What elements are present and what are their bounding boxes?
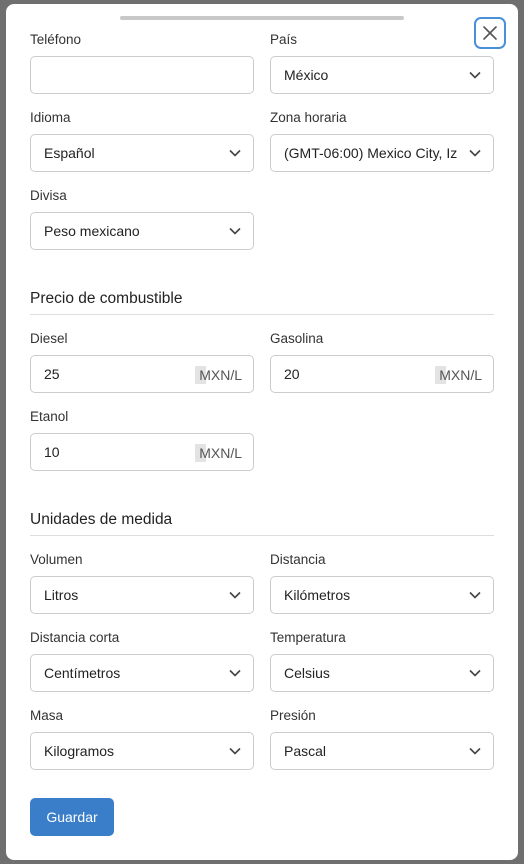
diesel-unit: MXN/L [195, 366, 242, 384]
temperature-field-group: Temperatura Celsius [270, 628, 494, 692]
diesel-input[interactable]: 25 MXN/L [30, 355, 254, 393]
country-value: México [284, 67, 329, 83]
chevron-down-icon [229, 149, 241, 157]
short-distance-value: Centímetros [44, 665, 121, 681]
ethanol-value: 10 [44, 444, 60, 460]
chevron-down-icon [229, 591, 241, 599]
phone-field-group: Teléfono [30, 30, 254, 94]
distance-field-group: Distancia Kilómetros [270, 550, 494, 614]
ethanol-input[interactable]: 10 MXN/L [30, 433, 254, 471]
timezone-field-group: Zona horaria (GMT-06:00) Mexico City, Iz [270, 108, 494, 172]
settings-modal: Teléfono País México Idioma Español Zona… [6, 4, 518, 860]
diesel-label: Diesel [30, 331, 68, 346]
chevron-down-icon [469, 747, 481, 755]
language-value: Español [44, 145, 95, 161]
short-distance-select[interactable]: Centímetros [30, 654, 254, 692]
mass-field-group: Masa Kilogramos [30, 706, 254, 770]
ethanol-label: Etanol [30, 409, 69, 424]
gasoline-input[interactable]: 20 MXN/L [270, 355, 494, 393]
pressure-field-group: Presión Pascal [270, 706, 494, 770]
country-label: País [270, 32, 298, 47]
currency-value: Peso mexicano [44, 223, 140, 239]
diesel-field-group: Diesel 25 MXN/L [30, 329, 254, 393]
timezone-value: (GMT-06:00) Mexico City, Iz [284, 145, 457, 161]
mass-value: Kilogramos [44, 743, 115, 759]
timezone-select[interactable]: (GMT-06:00) Mexico City, Iz [270, 134, 494, 172]
mass-label: Masa [30, 708, 64, 723]
chevron-down-icon [469, 71, 481, 79]
pressure-select[interactable]: Pascal [270, 732, 494, 770]
fuel-section-title: Precio de combustible [30, 290, 494, 315]
language-select[interactable]: Español [30, 134, 254, 172]
temperature-value: Celsius [284, 665, 330, 681]
distance-value: Kilómetros [284, 587, 351, 603]
currency-select[interactable]: Peso mexicano [30, 212, 254, 250]
short-distance-field-group: Distancia corta Centímetros [30, 628, 254, 692]
timezone-label: Zona horaria [270, 110, 347, 125]
ethanol-unit-label: MXN/L [199, 445, 242, 461]
mass-select[interactable]: Kilogramos [30, 732, 254, 770]
volume-field-group: Volumen Litros [30, 550, 254, 614]
gasoline-unit-label: MXN/L [439, 367, 482, 383]
gasoline-value: 20 [284, 366, 300, 382]
short-distance-label: Distancia corta [30, 630, 120, 645]
phone-label: Teléfono [30, 32, 82, 47]
chevron-down-icon [469, 149, 481, 157]
country-field-group: País México [270, 30, 494, 94]
currency-field-group: Divisa Peso mexicano [30, 186, 254, 250]
pressure-value: Pascal [284, 743, 327, 759]
phone-input[interactable] [30, 56, 254, 94]
chevron-down-icon [469, 669, 481, 677]
drag-handle[interactable] [120, 16, 404, 20]
volume-select[interactable]: Litros [30, 576, 254, 614]
chevron-down-icon [229, 747, 241, 755]
volume-value: Litros [44, 587, 79, 603]
volume-label: Volumen [30, 552, 83, 567]
units-section-title: Unidades de medida [30, 511, 494, 536]
language-label: Idioma [30, 110, 71, 125]
gasoline-label: Gasolina [270, 331, 324, 346]
currency-label: Divisa [30, 188, 67, 203]
distance-label: Distancia [270, 552, 326, 567]
ethanol-field-group: Etanol 10 MXN/L [30, 407, 254, 471]
ethanol-unit: MXN/L [195, 444, 242, 462]
country-select[interactable]: México [270, 56, 494, 94]
language-field-group: Idioma Español [30, 108, 254, 172]
chevron-down-icon [469, 591, 481, 599]
save-button[interactable]: Guardar [30, 798, 114, 836]
gasoline-unit: MXN/L [435, 366, 482, 384]
pressure-label: Presión [270, 708, 316, 723]
chevron-down-icon [229, 227, 241, 235]
temperature-select[interactable]: Celsius [270, 654, 494, 692]
temperature-label: Temperatura [270, 630, 346, 645]
gasoline-field-group: Gasolina 20 MXN/L [270, 329, 494, 393]
diesel-unit-label: MXN/L [199, 367, 242, 383]
distance-select[interactable]: Kilómetros [270, 576, 494, 614]
chevron-down-icon [229, 669, 241, 677]
diesel-value: 25 [44, 366, 60, 382]
